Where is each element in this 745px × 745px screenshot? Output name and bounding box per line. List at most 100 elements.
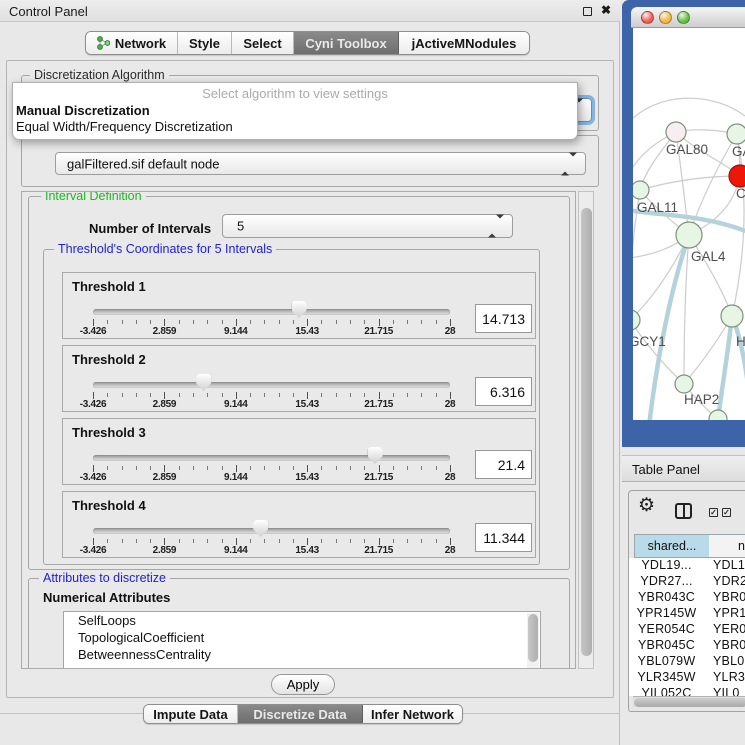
tick-mark xyxy=(250,320,251,324)
tick-label: 21.715 xyxy=(364,399,393,410)
tick-mark xyxy=(279,466,280,470)
table-hscrollbar[interactable] xyxy=(633,696,745,707)
threshold-slider-thumb[interactable] xyxy=(292,301,307,318)
threshold-slider-track[interactable] xyxy=(93,455,450,461)
table-row[interactable]: YDR27...YDR2 xyxy=(629,573,745,589)
split-view-icon[interactable] xyxy=(675,503,692,519)
algorithm-dropdown-popup: Select algorithm to view settings Manual… xyxy=(12,82,578,140)
edge-thick xyxy=(718,316,732,419)
tick-mark xyxy=(164,538,165,545)
tick-mark xyxy=(393,539,394,543)
cell-name: YLR3 xyxy=(713,670,745,684)
threshold-slider-thumb[interactable] xyxy=(196,374,211,391)
float-window-icon[interactable] xyxy=(583,7,592,16)
tab-discretize-data[interactable]: Discretize Data xyxy=(238,705,363,723)
algorithm-option-equal-width-frequency-discretization[interactable]: Equal Width/Frequency Discretization xyxy=(16,119,233,134)
table-row[interactable]: YDL19...YDL1 xyxy=(629,558,745,573)
tick-mark xyxy=(122,320,123,324)
tab-cyni-toolbox[interactable]: Cyni Toolbox xyxy=(294,32,399,54)
table-row[interactable]: YBL079WYBL0 xyxy=(629,653,745,669)
cell-shared-name: YPR145W xyxy=(629,606,704,620)
close-icon[interactable]: ✖ xyxy=(601,3,611,17)
table-row[interactable]: YIL052CYIL0 xyxy=(629,685,745,696)
tab-network[interactable]: Network xyxy=(86,32,178,54)
cell-name: YPR1 xyxy=(713,606,745,620)
tick-label: -3.426 xyxy=(80,472,107,483)
cell-name: YER0 xyxy=(713,622,745,636)
threshold-panel-3: Threshold 3-3.4262.8599.14415.4321.71528… xyxy=(62,418,536,485)
apply-button[interactable]: Apply xyxy=(271,674,335,695)
column-header-name[interactable]: na xyxy=(709,534,745,558)
threshold-value-field[interactable]: 6.316 xyxy=(475,377,532,406)
node-red[interactable] xyxy=(729,165,745,187)
threshold-slider-track[interactable] xyxy=(93,382,450,388)
tick-mark xyxy=(150,393,151,397)
algorithm-option-manual-discretization[interactable]: Manual Discretization xyxy=(16,103,150,118)
tab-jactivemnodules[interactable]: jActiveMNodules xyxy=(399,32,529,54)
node-right[interactable] xyxy=(721,305,743,327)
number-of-intervals-combobox[interactable]: 5 xyxy=(222,214,513,238)
threshold-slider-thumb[interactable] xyxy=(253,520,268,537)
tab-select[interactable]: Select xyxy=(232,32,294,54)
checkbox-icon[interactable]: ✓ xyxy=(722,508,731,517)
tick-label: 9.144 xyxy=(224,326,248,337)
table-window: ⚙ ✓ ✓ shared... na YDL19...YDL1YDR27...Y… xyxy=(628,490,745,712)
tick-mark xyxy=(279,393,280,397)
gear-icon[interactable]: ⚙ xyxy=(638,494,655,517)
close-traffic-light-icon[interactable] xyxy=(641,11,654,24)
tick-label: 28 xyxy=(445,326,456,337)
node-left[interactable] xyxy=(633,181,649,199)
node-label-h: H xyxy=(736,334,745,349)
node-pink[interactable] xyxy=(666,122,686,142)
node-gcy1[interactable] xyxy=(633,310,640,330)
tick-mark xyxy=(193,393,194,397)
tab-impute-data[interactable]: Impute Data xyxy=(144,705,238,723)
zoom-traffic-light-icon[interactable] xyxy=(677,11,690,24)
table-data-combobox[interactable]: galFiltered.sif default node xyxy=(55,152,586,175)
node-bottom[interactable] xyxy=(709,410,727,420)
column-header-shared[interactable]: shared... xyxy=(634,534,710,558)
tick-mark xyxy=(407,320,408,324)
table-row[interactable]: YPR145W YPR1 xyxy=(629,605,745,621)
checkbox-icon[interactable]: ✓ xyxy=(709,508,718,517)
table-row[interactable]: YBR045CYBR0 xyxy=(629,637,745,653)
attributes-list-scrollbar-thumb[interactable] xyxy=(528,614,538,662)
node-top-right[interactable] xyxy=(727,124,745,144)
control-panel-titlebar: Control Panel ✖ xyxy=(0,0,620,22)
table-row[interactable]: YBR043CYBR0 xyxy=(629,589,745,605)
threshold-slider-track[interactable] xyxy=(93,528,450,534)
edge xyxy=(689,235,732,316)
network-canvas[interactable]: GAL80GACGAL11GAL4GCY1HHAP2 xyxy=(633,28,745,420)
tick-mark xyxy=(350,393,351,397)
tick-mark xyxy=(393,393,394,397)
tab-style[interactable]: Style xyxy=(178,32,232,54)
threshold-slider-track[interactable] xyxy=(93,309,450,315)
tick-mark xyxy=(336,539,337,543)
settings-scrollbar[interactable] xyxy=(578,191,594,669)
tick-mark xyxy=(393,320,394,324)
node-gal4[interactable] xyxy=(676,222,702,248)
table-hscrollbar-thumb[interactable] xyxy=(634,698,745,707)
edge xyxy=(684,235,689,384)
tick-mark xyxy=(293,320,294,324)
threshold-value-field[interactable]: 11.344 xyxy=(475,523,532,552)
threshold-value-field[interactable]: 21.4 xyxy=(475,450,532,479)
threshold-slider-thumb[interactable] xyxy=(368,447,383,464)
tick-mark xyxy=(222,466,223,470)
attributes-list-scrollbar[interactable] xyxy=(527,613,539,669)
control-panel-tabbar: NetworkStyleSelectCyni ToolboxjActiveMNo… xyxy=(85,31,530,55)
tick-mark xyxy=(93,538,94,545)
minimize-traffic-light-icon[interactable] xyxy=(659,11,672,24)
table-row[interactable]: YLR345WYLR3 xyxy=(629,669,745,685)
threshold-value-field[interactable]: 14.713 xyxy=(475,304,532,333)
attribute-item-selfloops[interactable]: SelfLoops xyxy=(64,612,540,629)
attribute-item-topologicalcoefficient[interactable]: TopologicalCoefficient xyxy=(64,629,540,646)
table-row[interactable]: YER054CYER0 xyxy=(629,621,745,637)
cell-shared-name: YIL052C xyxy=(629,686,704,696)
attributes-list[interactable]: SelfLoopsTopologicalCoefficientBetweenne… xyxy=(63,611,541,669)
settings-scrollbar-thumb[interactable] xyxy=(581,208,592,656)
attribute-item-betweennesscentrality[interactable]: BetweennessCentrality xyxy=(64,646,540,663)
node-hap2[interactable] xyxy=(675,375,693,393)
slider-tick-labels: -3.4262.8599.14415.4321.71528 xyxy=(93,545,450,557)
tab-infer-network[interactable]: Infer Network xyxy=(363,705,462,723)
